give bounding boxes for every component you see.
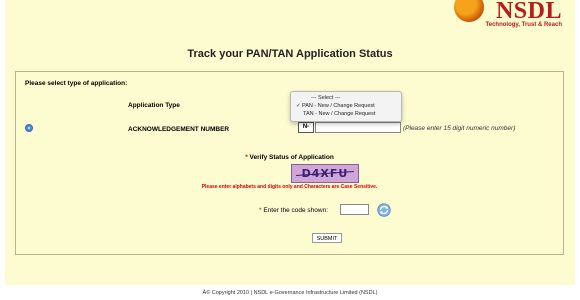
dropdown-option-pan[interactable]: ✓ PAN - New / Change Request: [291, 102, 401, 110]
verify-status-text: Verify Status of Application: [249, 154, 334, 161]
code-label-text: Enter the code shown:: [263, 207, 329, 214]
dropdown-option-label: TAN - New / Change Request: [303, 111, 376, 117]
refresh-icon[interactable]: [377, 203, 391, 217]
page-title: Track your PAN/TAN Application Status: [187, 48, 393, 60]
acknowledgement-number-input[interactable]: [315, 122, 401, 133]
dropdown-option-select[interactable]: --- Select ---: [291, 94, 401, 102]
verify-status-title: * Verify Status of Application: [16, 154, 563, 161]
acknowledgement-hint: (Please enter 15 digit numeric number): [403, 125, 516, 132]
acknowledgement-radio[interactable]: [25, 124, 33, 132]
captcha-image: D4XFU: [291, 164, 359, 183]
dropdown-option-label: PAN - New / Change Request: [302, 103, 375, 109]
application-type-label: Application Type: [128, 102, 180, 109]
code-label: * Enter the code shown:: [259, 207, 328, 214]
acknowledgement-prefix: N-: [298, 122, 314, 133]
dropdown-option-tan[interactable]: TAN - New / Change Request: [291, 110, 401, 118]
nsdl-logo: NSDL Technology, Trust & Reach: [454, 0, 562, 28]
copyright-footer: Â© Copyright 2010 | NSDL e-Governance In…: [202, 290, 378, 296]
submit-button[interactable]: SUBMIT: [312, 233, 342, 243]
application-type-dropdown[interactable]: --- Select --- ✓ PAN - New / Change Requ…: [290, 91, 402, 122]
required-marker: *: [245, 154, 248, 161]
acknowledgement-number-label: ACKNOWLEDGEMENT NUMBER: [128, 126, 230, 133]
required-marker: *: [259, 207, 262, 214]
checkmark-icon: ✓: [296, 103, 301, 109]
application-type-section-label: Please select type of application:: [25, 80, 128, 87]
dropdown-option-label: --- Select ---: [311, 95, 341, 101]
logo-text: NSDL: [495, 0, 562, 24]
captcha-note: Please enter alphabets and digits only a…: [201, 184, 378, 190]
captcha-code-input[interactable]: [340, 204, 369, 215]
